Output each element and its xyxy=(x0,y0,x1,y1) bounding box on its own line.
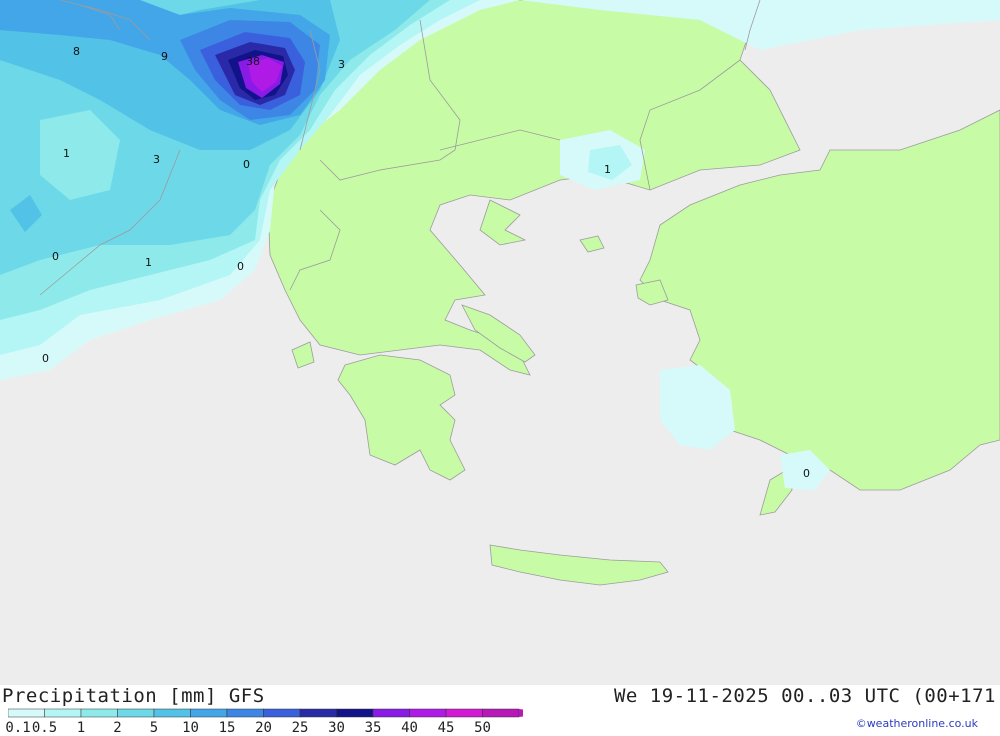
legend-swatch xyxy=(482,708,520,718)
value-label: 1 xyxy=(63,147,70,160)
legend-tick-label: 0.5 xyxy=(31,720,58,736)
legend-tick-label: 35 xyxy=(364,720,382,736)
legend-tick-label: 40 xyxy=(401,720,418,736)
value-label: 3 xyxy=(153,153,160,166)
legend-swatch xyxy=(445,708,483,718)
value-label: 0 xyxy=(42,352,49,365)
value-label: 38 xyxy=(246,55,260,68)
value-label: 8 xyxy=(73,45,80,58)
credit-link[interactable]: ©weatheronline.co.uk xyxy=(856,717,978,730)
legend-tick-label: 45 xyxy=(437,720,455,736)
legend-tick-label: 50 xyxy=(474,720,491,736)
precipitation-map: 8 9 38 3 1 3 0 0 1 0 0 1 0 xyxy=(0,0,1000,685)
legend-tick-label: 0.1 xyxy=(5,720,31,736)
value-label: 0 xyxy=(803,467,810,480)
legend-tick-label: 1 xyxy=(76,720,86,736)
legend-tick-label: 30 xyxy=(328,720,345,736)
value-label: 1 xyxy=(604,163,611,176)
legend-swatch xyxy=(299,708,337,718)
value-label: 9 xyxy=(161,50,168,63)
value-label: 0 xyxy=(237,260,244,273)
value-label: 1 xyxy=(145,256,152,269)
legend-swatch xyxy=(190,708,228,718)
legend-swatch xyxy=(263,708,301,718)
legend-tick-label: 20 xyxy=(255,720,272,736)
legend-overflow-arrow xyxy=(519,709,523,717)
legend-tick-label: 25 xyxy=(291,720,309,736)
legend-tick-label: 2 xyxy=(113,720,122,736)
legend-swatch xyxy=(372,708,410,718)
map-title: Precipitation [mm] GFS xyxy=(2,685,265,707)
legend-swatch xyxy=(409,708,447,718)
legend-swatch xyxy=(8,708,45,718)
value-label: 3 xyxy=(338,58,345,71)
legend-swatch xyxy=(44,708,82,718)
value-label: 0 xyxy=(52,250,59,263)
forecast-datetime: We 19-11-2025 00..03 UTC (00+171 xyxy=(613,685,996,707)
color-scale-legend xyxy=(8,708,523,718)
legend-tick-label: 15 xyxy=(218,720,236,736)
legend-tick-label: 10 xyxy=(182,720,199,736)
legend-tick-label: 5 xyxy=(149,720,159,736)
legend-swatch xyxy=(117,708,155,718)
legend-swatch xyxy=(226,708,264,718)
legend-swatch xyxy=(336,708,374,718)
legend-swatch xyxy=(80,708,118,718)
legend-swatch xyxy=(153,708,191,718)
value-label: 0 xyxy=(243,158,250,171)
